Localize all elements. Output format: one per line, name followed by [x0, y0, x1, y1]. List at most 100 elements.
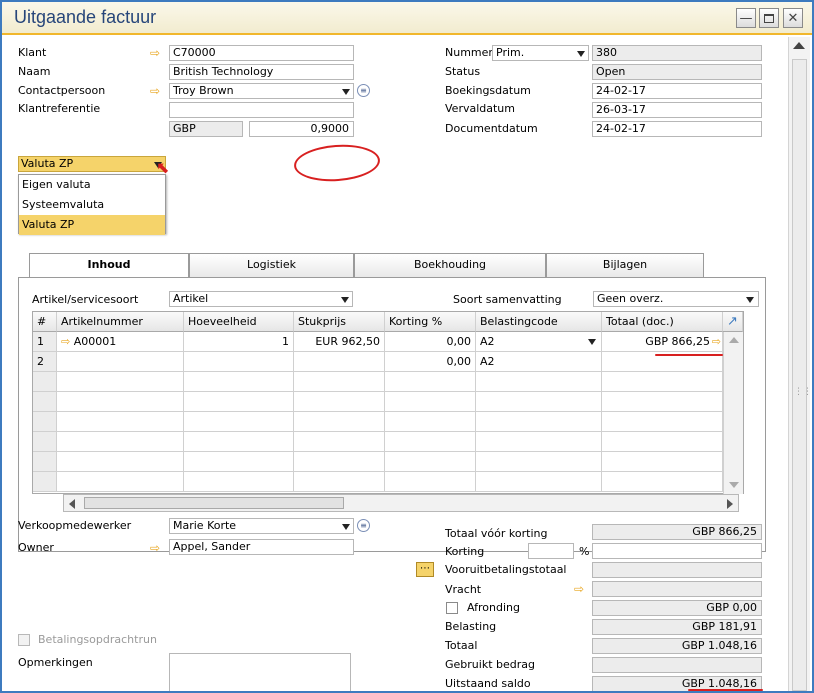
- belastingcode-cell[interactable]: A2: [476, 352, 602, 372]
- empty-cell[interactable]: [294, 392, 385, 412]
- list-icon[interactable]: ≡: [357, 84, 370, 97]
- empty-cell[interactable]: [184, 372, 294, 392]
- tab-inhoud[interactable]: Inhoud: [29, 253, 189, 278]
- close-button[interactable]: ✕: [783, 8, 803, 28]
- chevron-down-icon[interactable]: [342, 524, 350, 530]
- scroll-right-icon[interactable]: [727, 499, 733, 509]
- link-arrow-icon[interactable]: ⇨: [61, 335, 70, 348]
- column-header-stukprijs[interactable]: Stukprijs: [294, 312, 385, 332]
- empty-cell[interactable]: [57, 372, 184, 392]
- empty-cell[interactable]: [57, 392, 184, 412]
- maximize-button[interactable]: [759, 8, 779, 28]
- scroll-up-icon[interactable]: [793, 42, 805, 49]
- minimize-button[interactable]: —: [736, 8, 756, 28]
- tab-bijlagen[interactable]: Bijlagen: [546, 253, 704, 277]
- empty-cell[interactable]: [476, 472, 602, 492]
- empty-cell[interactable]: [57, 452, 184, 472]
- empty-cell[interactable]: [476, 392, 602, 412]
- currency-menu[interactable]: Eigen valuta Systeemvaluta Valuta ZP: [18, 174, 166, 235]
- hoeveelheid-cell[interactable]: [184, 352, 294, 372]
- empty-cell[interactable]: [385, 392, 476, 412]
- stukprijs-cell[interactable]: [294, 352, 385, 372]
- empty-cell[interactable]: [476, 372, 602, 392]
- empty-cell[interactable]: [57, 472, 184, 492]
- column-header-totaal[interactable]: Totaal (doc.): [602, 312, 723, 332]
- empty-cell[interactable]: [385, 372, 476, 392]
- valuta-dropdown[interactable]: Valuta ZP: [18, 156, 166, 172]
- table-row[interactable]: 2 0,00 A2: [33, 352, 743, 372]
- empty-cell[interactable]: [385, 452, 476, 472]
- empty-cell[interactable]: [602, 452, 723, 472]
- verkoopmedewerker-select[interactable]: Marie Korte: [169, 518, 354, 534]
- boekingsdatum-field[interactable]: 24-02-17: [592, 83, 762, 99]
- table-row[interactable]: [33, 472, 743, 492]
- empty-cell[interactable]: [476, 412, 602, 432]
- empty-cell[interactable]: [184, 392, 294, 412]
- table-row[interactable]: [33, 372, 743, 392]
- documentdatum-field[interactable]: 24-02-17: [592, 121, 762, 137]
- empty-cell[interactable]: [184, 452, 294, 472]
- title-bar[interactable]: Uitgaande factuur — ✕: [2, 2, 812, 35]
- korting-cell[interactable]: 0,00: [385, 332, 476, 352]
- column-header-korting[interactable]: Korting %: [385, 312, 476, 332]
- empty-cell[interactable]: [385, 472, 476, 492]
- korting-cell[interactable]: 0,00: [385, 352, 476, 372]
- menu-item-eigen-valuta[interactable]: Eigen valuta: [19, 175, 165, 195]
- empty-cell[interactable]: [476, 432, 602, 452]
- chevron-down-icon[interactable]: [588, 339, 596, 345]
- empty-cell[interactable]: [294, 372, 385, 392]
- belastingcode-cell[interactable]: A2: [476, 332, 602, 352]
- scroll-track[interactable]: [792, 59, 807, 691]
- wisselkoers-field[interactable]: 0,9000: [249, 121, 354, 137]
- empty-cell[interactable]: [602, 392, 723, 412]
- empty-cell[interactable]: [294, 472, 385, 492]
- scroll-thumb[interactable]: [84, 497, 344, 509]
- menu-item-valuta-zp[interactable]: Valuta ZP: [19, 215, 165, 235]
- table-row[interactable]: 1 ⇨ A00001 1 EUR 962,50 0,00 A2 GBP 866,…: [33, 332, 743, 352]
- afronding-checkbox[interactable]: [446, 602, 458, 614]
- vooruitbetaling-button[interactable]: ⋯: [416, 562, 434, 577]
- owner-field[interactable]: Appel, Sander: [169, 539, 354, 555]
- expand-icon[interactable]: ↗: [723, 312, 743, 332]
- empty-cell[interactable]: [602, 372, 723, 392]
- scroll-down-icon[interactable]: [729, 482, 739, 488]
- empty-cell[interactable]: [294, 432, 385, 452]
- empty-cell[interactable]: [184, 432, 294, 452]
- empty-cell[interactable]: [602, 472, 723, 492]
- empty-cell[interactable]: [57, 432, 184, 452]
- menu-item-systeemvaluta[interactable]: Systeemvaluta: [19, 195, 165, 215]
- scroll-up-icon[interactable]: [729, 337, 739, 343]
- korting-percent-field[interactable]: [528, 543, 574, 559]
- klantreferentie-field[interactable]: [169, 102, 354, 118]
- scroll-left-icon[interactable]: [69, 499, 75, 509]
- empty-cell[interactable]: [602, 432, 723, 452]
- empty-cell[interactable]: [184, 412, 294, 432]
- artikeltype-select[interactable]: Artikel: [169, 291, 353, 307]
- chevron-down-icon[interactable]: [341, 297, 349, 303]
- empty-cell[interactable]: [57, 412, 184, 432]
- window-vertical-scrollbar[interactable]: ⋮⋮: [788, 37, 812, 691]
- table-row[interactable]: [33, 392, 743, 412]
- chevron-down-icon[interactable]: [342, 89, 350, 95]
- list-icon[interactable]: ≡: [357, 519, 370, 532]
- chevron-down-icon[interactable]: [577, 51, 585, 57]
- table-row[interactable]: [33, 452, 743, 472]
- nummer-series-select[interactable]: Prim.: [492, 45, 589, 61]
- empty-cell[interactable]: [385, 412, 476, 432]
- tab-logistiek[interactable]: Logistiek: [189, 253, 354, 277]
- link-arrow-icon[interactable]: ⇨: [150, 46, 160, 60]
- klant-field[interactable]: C70000: [169, 45, 354, 61]
- stukprijs-cell[interactable]: EUR 962,50: [294, 332, 385, 352]
- totaal-cell[interactable]: GBP 866,25 ⇨: [602, 332, 723, 352]
- chevron-down-icon[interactable]: [746, 297, 754, 303]
- korting-field[interactable]: [592, 543, 762, 559]
- grid-horizontal-scrollbar[interactable]: [63, 494, 739, 512]
- vervaldatum-field[interactable]: 26-03-17: [592, 102, 762, 118]
- column-header-artikelnummer[interactable]: Artikelnummer: [57, 312, 184, 332]
- grid-vertical-scrollbar[interactable]: [723, 332, 743, 494]
- tab-boekhouding[interactable]: Boekhouding: [354, 253, 546, 277]
- empty-cell[interactable]: [476, 452, 602, 472]
- samenvatting-select[interactable]: Geen overz.: [593, 291, 759, 307]
- betalingsopdrachtrun-checkbox[interactable]: [18, 634, 30, 646]
- opmerkingen-field[interactable]: [169, 653, 351, 691]
